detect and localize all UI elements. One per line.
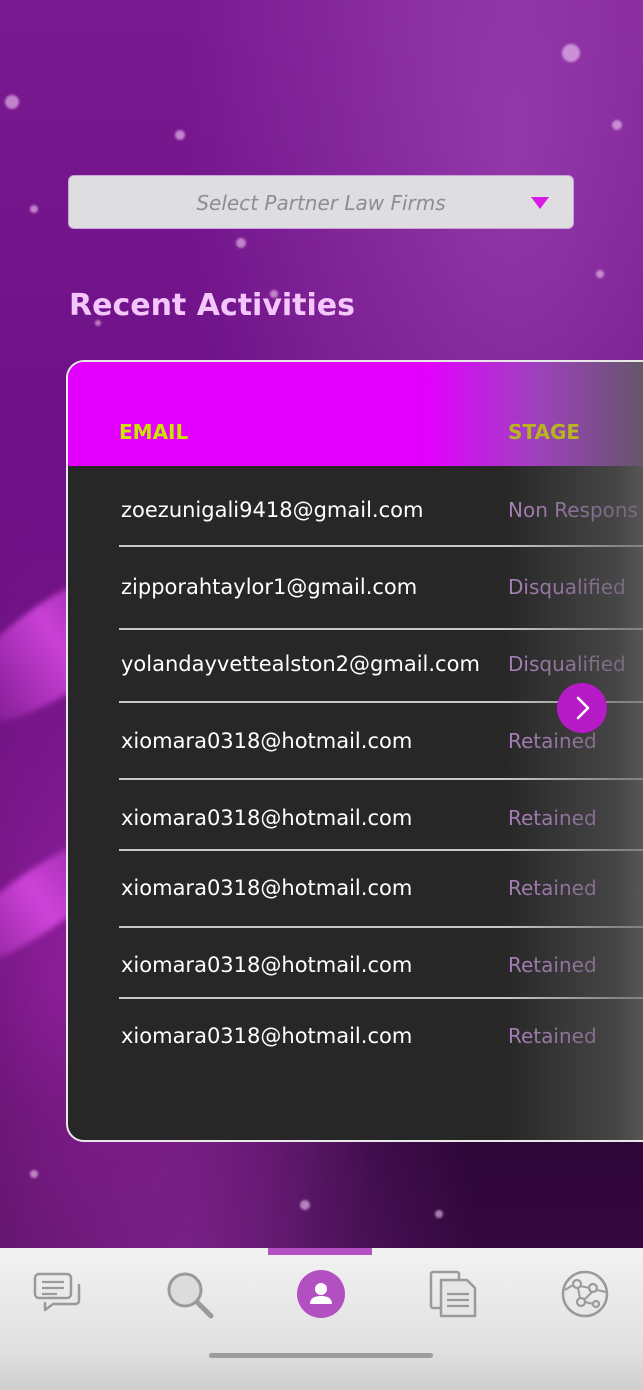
- table-header: EMAIL STAGE: [68, 362, 643, 466]
- search-icon: [167, 1272, 214, 1319]
- row-stage: Retained: [508, 806, 597, 830]
- column-header-stage[interactable]: STAGE: [508, 420, 580, 444]
- chevron-right-icon: [576, 696, 590, 720]
- row-email: zoezunigali9418@gmail.com: [121, 498, 424, 522]
- row-divider: [119, 628, 643, 630]
- row-email: yolandayvettealston2@gmail.com: [121, 652, 480, 676]
- law-firm-select[interactable]: Select Partner Law Firms: [68, 175, 574, 229]
- row-email: zipporahtaylor1@gmail.com: [121, 575, 418, 599]
- row-divider: [119, 926, 643, 928]
- row-stage: Retained: [508, 1024, 597, 1048]
- chat-icon: [33, 1272, 81, 1312]
- documents-icon: [429, 1270, 477, 1318]
- row-email: xiomara0318@hotmail.com: [121, 953, 413, 977]
- law-firm-select-placeholder: Select Partner Law Firms: [196, 191, 446, 215]
- row-stage: Retained: [508, 876, 597, 900]
- row-stage: Disqualified: [508, 652, 626, 676]
- row-divider: [119, 778, 643, 780]
- row-divider: [119, 849, 643, 851]
- home-indicator: [209, 1353, 433, 1358]
- column-header-email[interactable]: EMAIL: [119, 420, 188, 444]
- row-divider: [119, 545, 643, 547]
- tab-network[interactable]: [559, 1268, 611, 1320]
- tab-profile[interactable]: [295, 1268, 347, 1320]
- tab-documents[interactable]: [427, 1268, 479, 1320]
- caret-down-icon: [531, 197, 549, 209]
- row-stage: Non Respons: [508, 498, 638, 522]
- row-email: xiomara0318@hotmail.com: [121, 806, 413, 830]
- network-icon: [561, 1270, 609, 1318]
- tab-search[interactable]: [163, 1268, 215, 1320]
- row-email: xiomara0318@hotmail.com: [121, 729, 413, 753]
- scroll-right-button[interactable]: [557, 683, 607, 733]
- profile-icon: [297, 1270, 345, 1318]
- row-stage: Disqualified: [508, 575, 626, 599]
- tab-chat[interactable]: [31, 1268, 83, 1320]
- row-email: xiomara0318@hotmail.com: [121, 876, 413, 900]
- row-divider: [119, 997, 643, 999]
- row-stage: Retained: [508, 953, 597, 977]
- section-title: Recent Activities: [69, 288, 356, 323]
- recent-activities-table: EMAIL STAGE zoezunigali9418@gmail.com No…: [66, 360, 643, 1142]
- active-tab-indicator: [268, 1248, 372, 1255]
- row-email: xiomara0318@hotmail.com: [121, 1024, 413, 1048]
